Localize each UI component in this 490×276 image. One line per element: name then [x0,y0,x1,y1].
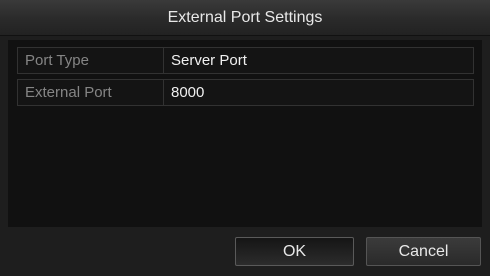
port-type-row: Port Type Server Port [17,47,474,74]
external-port-label: External Port [18,80,164,105]
external-port-row: External Port 8000 [17,79,474,106]
external-port-settings-dialog: External Port Settings Port Type Server … [0,0,490,276]
ok-button[interactable]: OK [235,237,354,266]
settings-panel: Port Type Server Port External Port 8000 [8,40,482,227]
dialog-title-bar: External Port Settings [0,0,490,36]
dialog-title: External Port Settings [167,8,323,26]
cancel-button[interactable]: Cancel [366,237,481,266]
port-type-value[interactable]: Server Port [164,48,473,73]
dialog-footer: OK Cancel [0,228,490,276]
port-type-label: Port Type [18,48,164,73]
external-port-field[interactable]: 8000 [164,80,473,105]
